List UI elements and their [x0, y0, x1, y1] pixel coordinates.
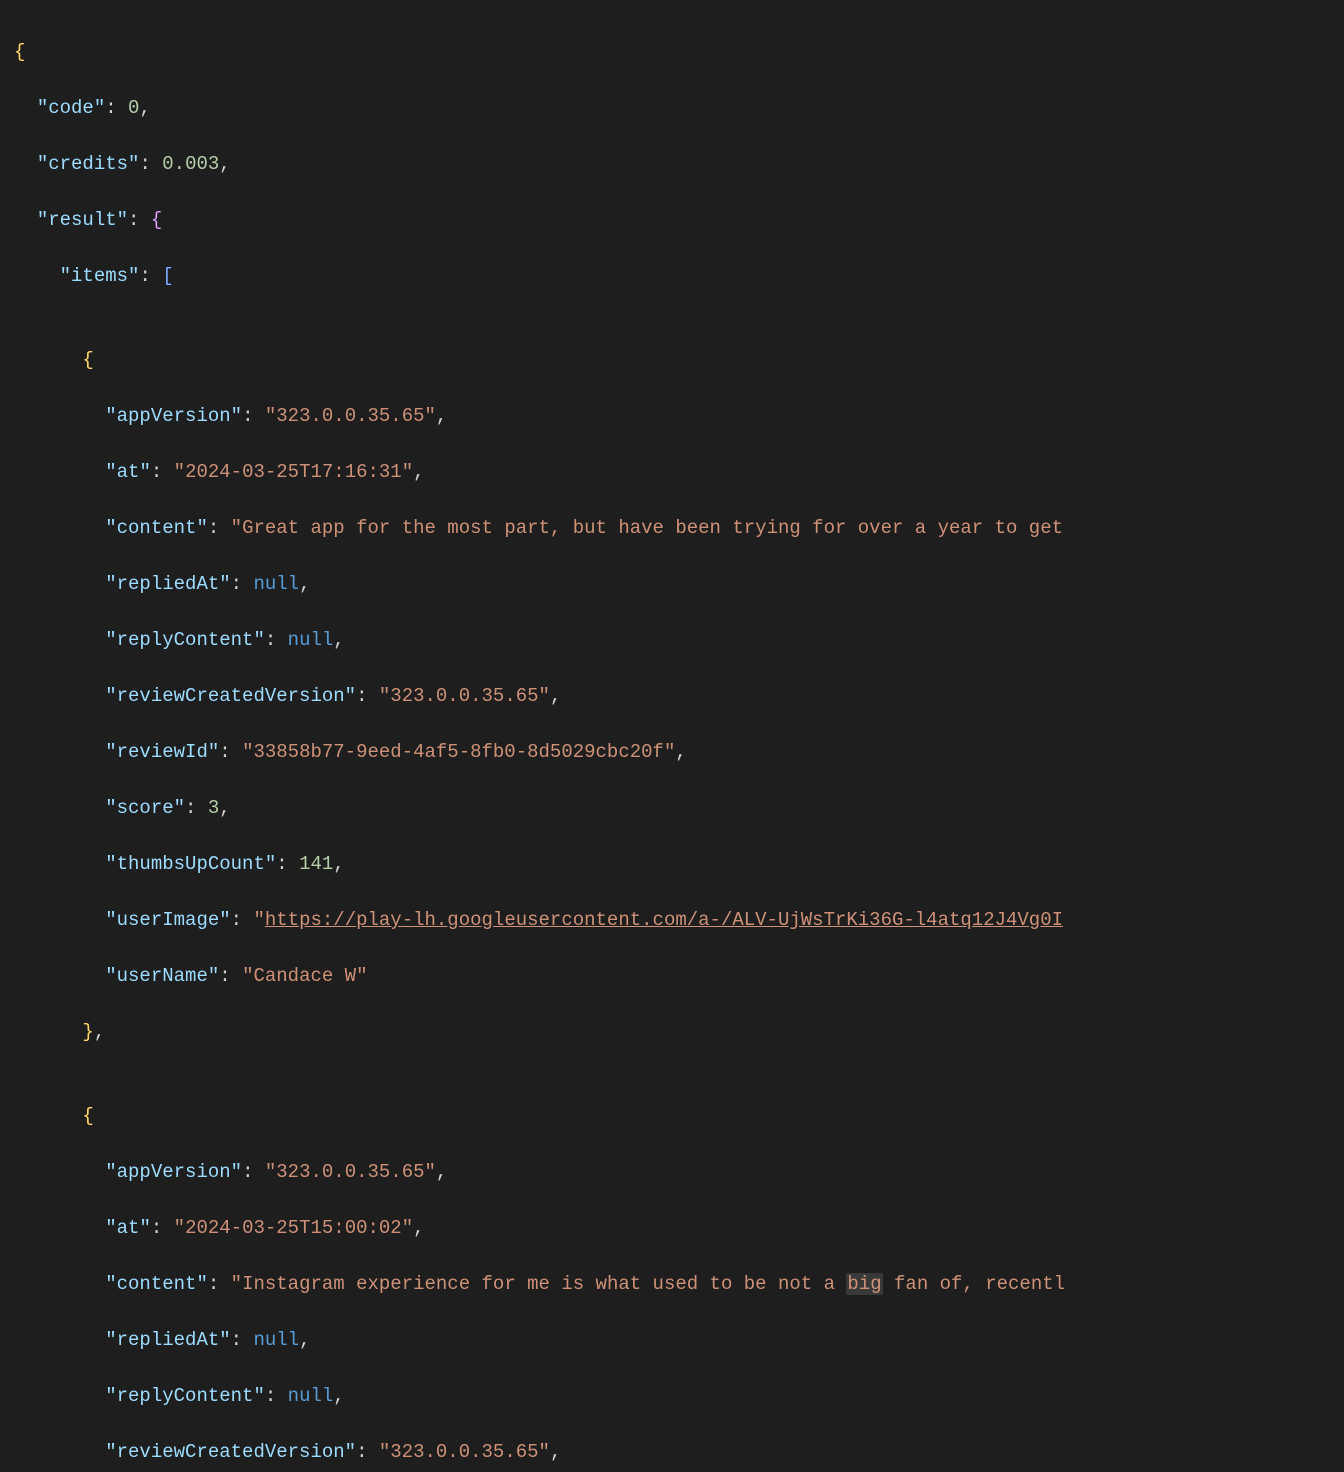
code-line: },	[14, 1018, 1344, 1046]
code-line: "replyContent": null,	[14, 626, 1344, 654]
code-line: "appVersion": "323.0.0.35.65",	[14, 1158, 1344, 1186]
code-editor[interactable]: { "code": 0, "credits": 0.003, "result":…	[0, 0, 1344, 1472]
code-line: "reviewCreatedVersion": "323.0.0.35.65",	[14, 682, 1344, 710]
code-line: "thumbsUpCount": 141,	[14, 850, 1344, 878]
code-line: "appVersion": "323.0.0.35.65",	[14, 402, 1344, 430]
code-line: "userName": "Candace W"	[14, 962, 1344, 990]
code-line: "credits": 0.003,	[14, 150, 1344, 178]
user-image-link[interactable]: https://play-lh.googleusercontent.com/a-…	[265, 909, 1063, 931]
code-line: {	[14, 1102, 1344, 1130]
code-line: {	[14, 38, 1344, 66]
code-line: "reviewCreatedVersion": "323.0.0.35.65",	[14, 1438, 1344, 1466]
code-line: "score": 3,	[14, 794, 1344, 822]
code-line: "content": "Great app for the most part,…	[14, 514, 1344, 542]
code-line: "result": {	[14, 206, 1344, 234]
code-line: "content": "Instagram experience for me …	[14, 1270, 1344, 1298]
json-open-brace: {	[14, 41, 25, 63]
code-line: "at": "2024-03-25T15:00:02",	[14, 1214, 1344, 1242]
code-line: "items": [	[14, 262, 1344, 290]
search-highlight: big	[846, 1273, 882, 1295]
code-line: "at": "2024-03-25T17:16:31",	[14, 458, 1344, 486]
code-line: "reviewId": "33858b77-9eed-4af5-8fb0-8d5…	[14, 738, 1344, 766]
code-line: "repliedAt": null,	[14, 570, 1344, 598]
code-line: "code": 0,	[14, 94, 1344, 122]
code-line: "repliedAt": null,	[14, 1326, 1344, 1354]
code-line: "replyContent": null,	[14, 1382, 1344, 1410]
code-line: "userImage": "https://play-lh.googleuser…	[14, 906, 1344, 934]
code-line: {	[14, 346, 1344, 374]
